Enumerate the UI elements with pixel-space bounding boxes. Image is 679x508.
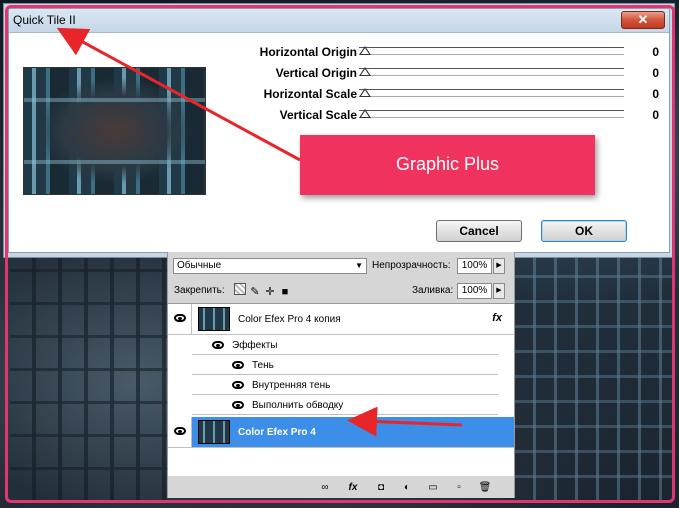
arrow-to-title: [56, 27, 301, 162]
annotation-arrows: [56, 27, 463, 437]
arrow-to-layer: [347, 406, 463, 437]
